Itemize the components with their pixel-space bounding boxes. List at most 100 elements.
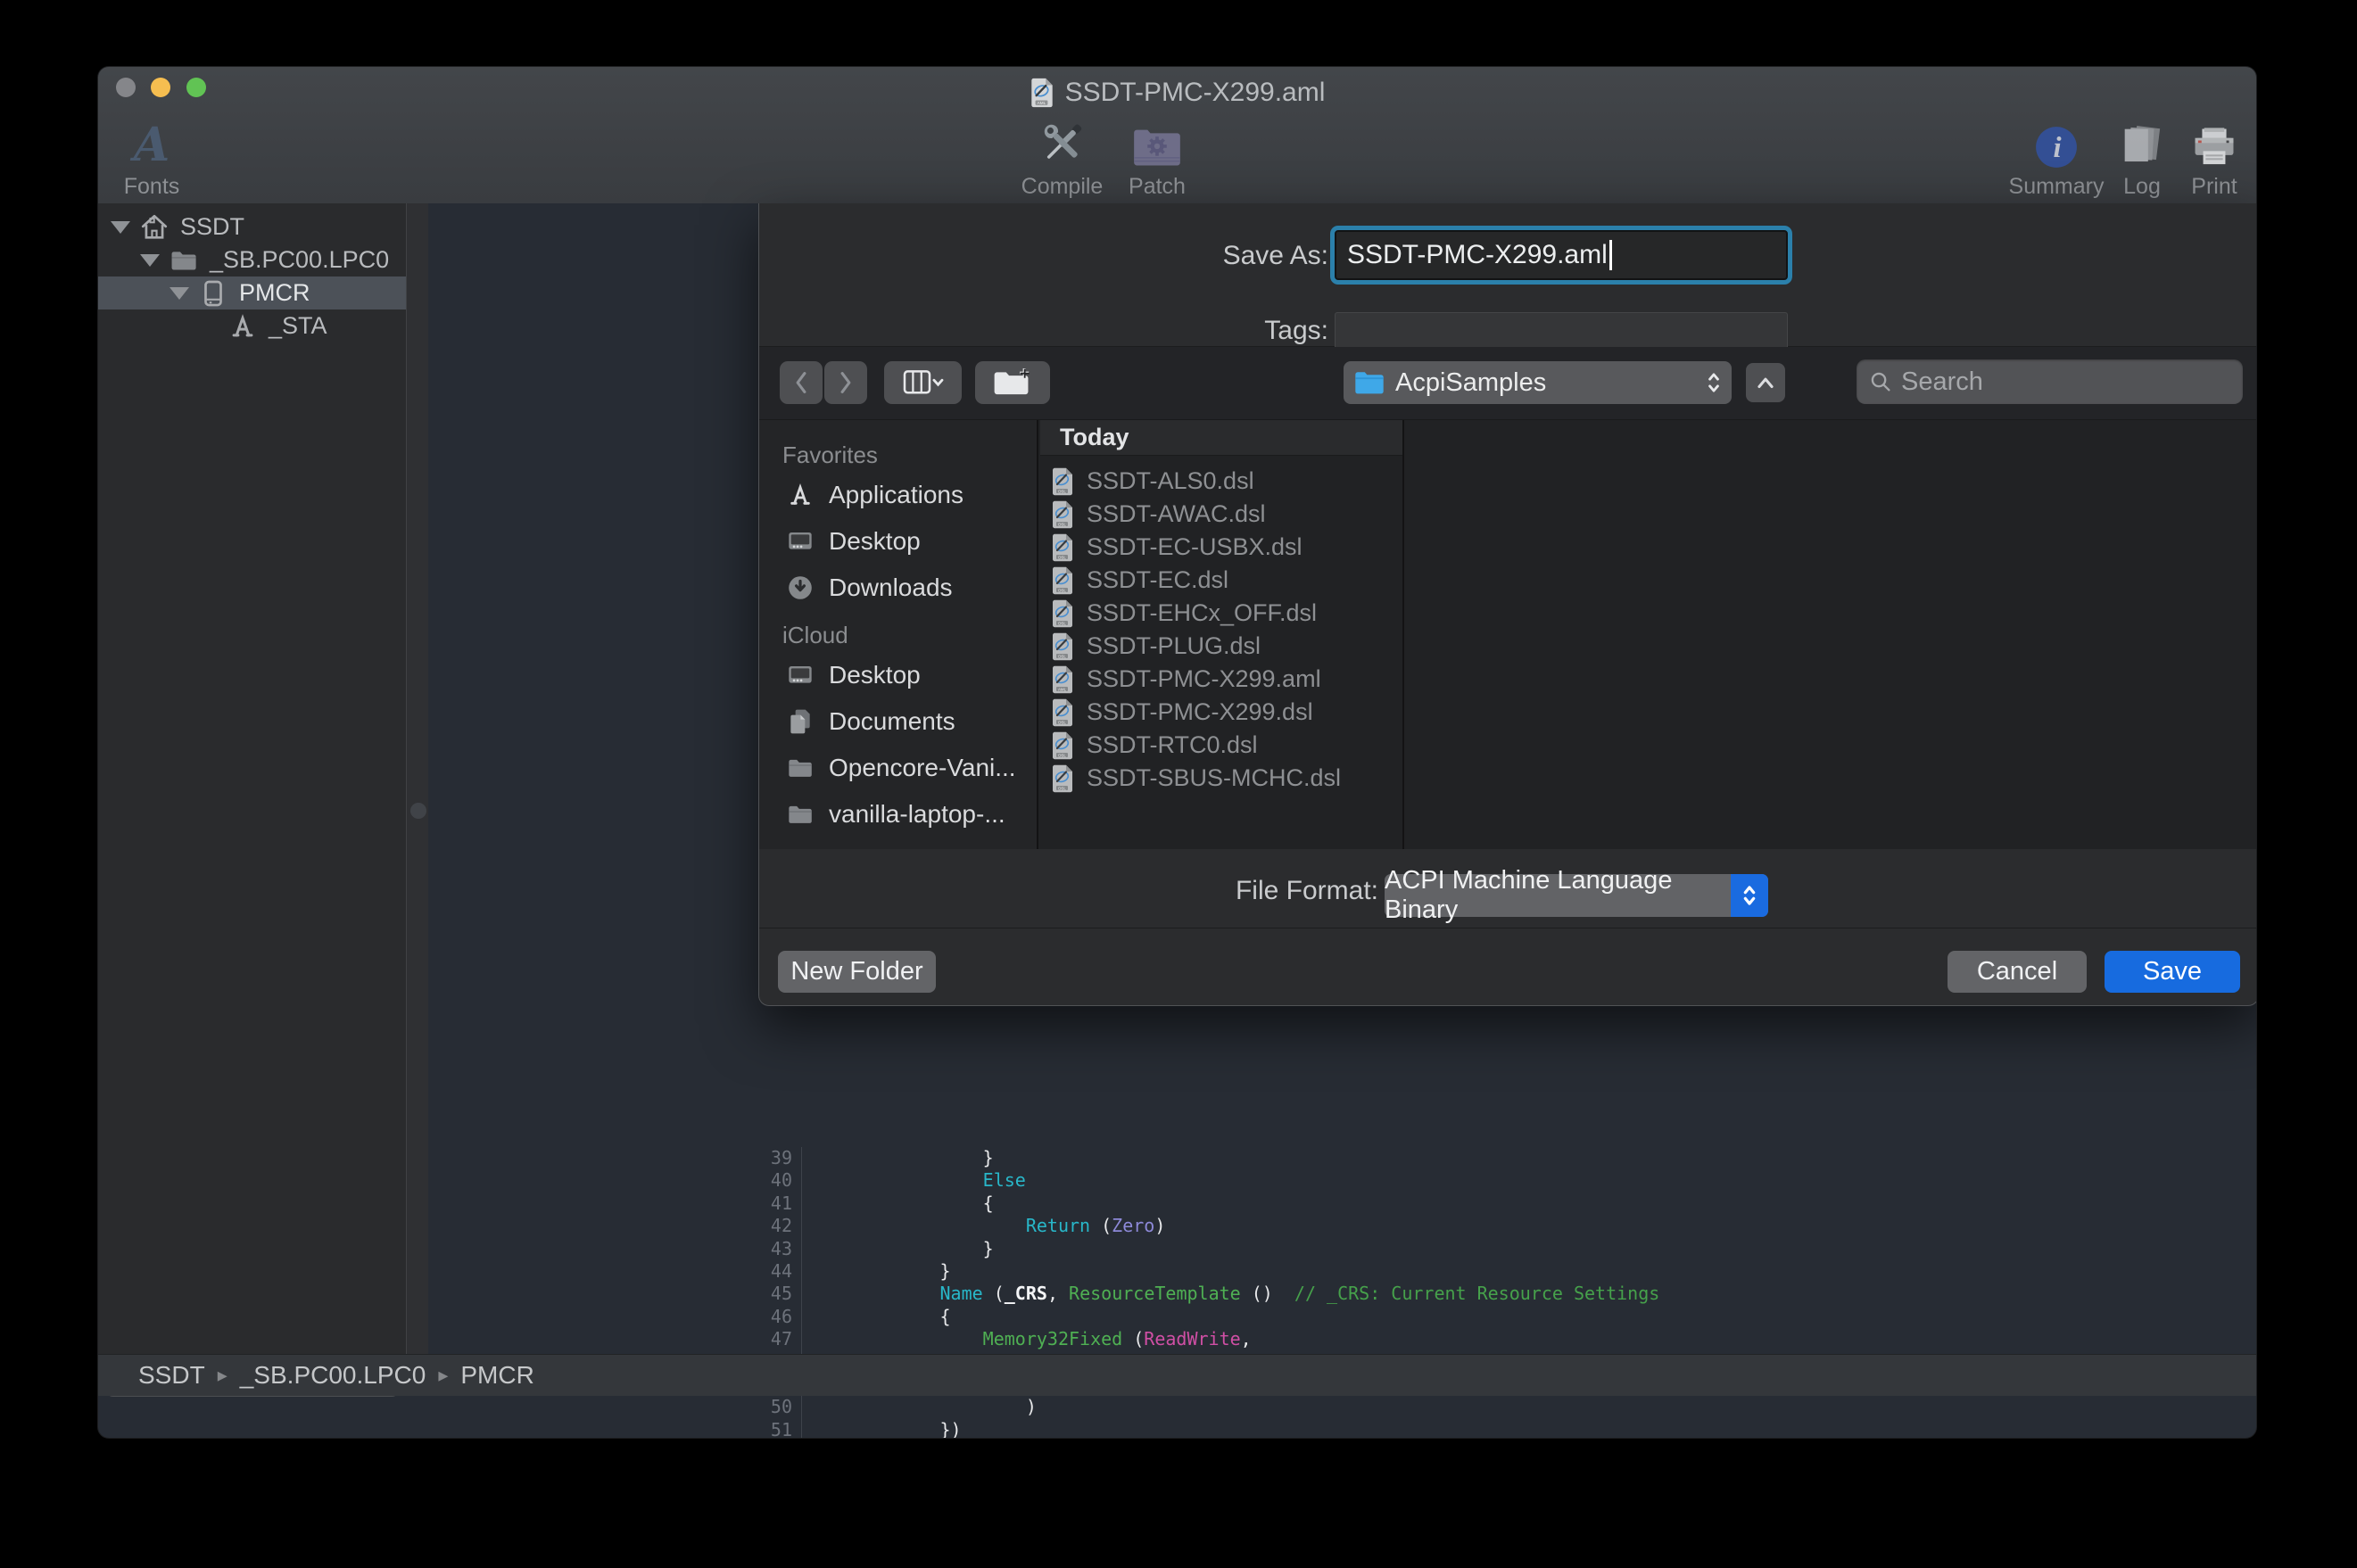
document-icon: DSL bbox=[1051, 698, 1074, 727]
document-icon: DSL bbox=[1051, 566, 1074, 595]
sidebar-item-label: Opencore-Vani... bbox=[829, 754, 1016, 782]
favorites-section-header: Favorites bbox=[782, 442, 1037, 472]
save-as-value: SSDT-PMC-X299.aml bbox=[1347, 240, 1608, 270]
tags-input[interactable] bbox=[1335, 312, 1788, 351]
tree-item-sta[interactable]: _STA bbox=[98, 309, 406, 342]
file-row-ssdt-plug-dsl[interactable]: DSLSSDT-PLUG.dsl bbox=[1040, 630, 1402, 663]
file-row-ssdt-ehcx-off-dsl[interactable]: DSLSSDT-EHCx_OFF.dsl bbox=[1040, 597, 1402, 630]
file-row-ssdt-pmc-x299-aml[interactable]: AMLSSDT-PMC-X299.aml bbox=[1040, 663, 1402, 696]
splitter-handle-icon bbox=[410, 803, 426, 819]
file-format-label: File Format: bbox=[1200, 876, 1378, 906]
file-row-ssdt-als0-dsl[interactable]: DSL SSDT-ALS0.dsl bbox=[1040, 465, 1402, 498]
sidebar-item-documents[interactable]: Documents bbox=[759, 698, 1037, 745]
search-input[interactable]: Search bbox=[1857, 359, 2243, 404]
columns-view-icon bbox=[902, 370, 945, 395]
sidebar-item-downloads[interactable]: Downloads bbox=[759, 565, 1037, 611]
save-button[interactable]: Save bbox=[2105, 951, 2240, 993]
sidebar-item-applications[interactable]: Applications bbox=[759, 472, 1037, 518]
toolbar-fonts-button[interactable]: A Fonts bbox=[109, 117, 194, 200]
file-format-popup[interactable]: ACPI Machine Language Binary bbox=[1385, 874, 1768, 917]
breadcrumb-separator-icon: ▸ bbox=[218, 1364, 227, 1387]
code-line: 42 Return (Zero) bbox=[758, 1215, 2256, 1237]
view-mode-button[interactable] bbox=[884, 361, 962, 404]
toolbar-compile-button[interactable]: Compile bbox=[1006, 117, 1118, 200]
document-icon: DSL bbox=[1051, 764, 1074, 793]
toolbar-log-button[interactable]: Log bbox=[2113, 117, 2171, 200]
file-row-ssdt-rtc0-dsl[interactable]: DSL SSDT-RTC0.dsl bbox=[1040, 729, 1402, 762]
sidebar-item-desktop[interactable]: Desktop bbox=[759, 652, 1037, 698]
save-as-label: Save As: bbox=[1150, 241, 1328, 271]
new-folder-toolbar-button[interactable] bbox=[975, 361, 1050, 404]
folder-icon bbox=[169, 245, 199, 276]
new-folder-button[interactable]: New Folder bbox=[778, 951, 936, 993]
file-name: SSDT-RTC0.dsl bbox=[1087, 731, 1258, 759]
house-icon bbox=[139, 212, 170, 243]
disclosure-triangle-icon[interactable] bbox=[140, 254, 160, 267]
cancel-button[interactable]: Cancel bbox=[1948, 951, 2087, 993]
document-icon: DSL bbox=[1051, 467, 1074, 496]
pane-splitter[interactable] bbox=[406, 203, 430, 1396]
file-format-section: File Format: ACPI Machine Language Binar… bbox=[759, 849, 2256, 928]
tree-item-pmcr[interactable]: PMCR bbox=[98, 276, 406, 309]
breadcrumb-ssdt[interactable]: SSDT bbox=[138, 1361, 205, 1390]
file-browser: Favorites Applications Desktop Downloads iCl… bbox=[759, 420, 2256, 849]
svg-text:DSL: DSL bbox=[1058, 588, 1066, 592]
chevron-right-icon bbox=[842, 374, 849, 392]
file-list: DSLSSDT-ALS0.dslDSLSSDT-AWAC.dslDSLSSDT-… bbox=[1040, 465, 1402, 795]
disclosure-triangle-icon[interactable] bbox=[111, 221, 130, 234]
editor-pane: 39 }40 Else41 {42 Return (Zero)43 }44 }4… bbox=[428, 203, 2256, 1396]
sidebar-item-label: Applications bbox=[829, 481, 963, 509]
svg-text:DSL: DSL bbox=[1058, 753, 1066, 757]
browser-toolbar: AcpiSamples Search bbox=[759, 347, 2256, 420]
code-line: 47 Memory32Fixed (ReadWrite, bbox=[758, 1328, 2256, 1350]
sidebar-item-desktop[interactable]: Desktop bbox=[759, 518, 1037, 565]
svg-text:DSL: DSL bbox=[1058, 654, 1066, 658]
document-icon: DSL bbox=[1051, 599, 1074, 628]
code-line: 41 { bbox=[758, 1193, 2256, 1215]
file-row-ssdt-ec-dsl[interactable]: DSLSSDT-EC.dsl bbox=[1040, 564, 1402, 597]
chevron-up-icon bbox=[1759, 379, 1772, 386]
svg-text:i: i bbox=[2054, 132, 2062, 164]
file-row-ssdt-ec-usbx-dsl[interactable]: DSLSSDT-EC-USBX.dsl bbox=[1040, 531, 1402, 564]
appstore-icon bbox=[786, 481, 815, 509]
toolbar-summary-button[interactable]: i Summary bbox=[2003, 117, 2110, 200]
sidebar-tree: SSDT_SB.PC00.LPC0PMCR_STA bbox=[98, 210, 406, 342]
document-icon: DSL bbox=[1051, 731, 1074, 760]
file-row-ssdt-awac-dsl[interactable]: DSL SSDT-AWAC.dsl bbox=[1040, 498, 1402, 531]
sidebar-item-vanilla-laptop[interactable]: vanilla-laptop-... bbox=[759, 791, 1037, 838]
desktop-icon bbox=[786, 661, 815, 689]
location-value: AcpiSamples bbox=[1395, 368, 1696, 398]
toolbar-print-button[interactable]: Print bbox=[2179, 117, 2250, 200]
file-name: SSDT-ALS0.dsl bbox=[1087, 467, 1254, 495]
toolbar-patch-button[interactable]: Patch bbox=[1121, 117, 1193, 200]
tree-item-ssdt[interactable]: SSDT bbox=[98, 210, 406, 243]
code-line: 51 }) bbox=[758, 1419, 2256, 1438]
file-row-ssdt-pmc-x299-dsl[interactable]: DSL SSDT-PMC-X299.dsl bbox=[1040, 696, 1402, 729]
breadcrumb-pmcr[interactable]: PMCR bbox=[460, 1361, 533, 1390]
disclosure-triangle-icon[interactable] bbox=[170, 287, 189, 300]
file-row-ssdt-sbus-mchc-dsl[interactable]: DSLSSDT-SBUS-MCHC.dsl bbox=[1040, 762, 1402, 795]
parent-folder-button[interactable] bbox=[1746, 363, 1785, 402]
location-popup[interactable]: AcpiSamples bbox=[1344, 361, 1732, 404]
tree-item-sb-pc00-lpc0[interactable]: _SB.PC00.LPC0 bbox=[98, 243, 406, 276]
tags-label: Tags: bbox=[1150, 316, 1328, 346]
forward-button[interactable] bbox=[824, 361, 867, 404]
file-name: SSDT-AWAC.dsl bbox=[1087, 500, 1266, 528]
search-placeholder: Search bbox=[1901, 367, 1983, 397]
svg-text:DSL: DSL bbox=[1058, 555, 1066, 559]
line-number: 42 bbox=[758, 1215, 802, 1237]
status-bar: SSDT▸_SB.PC00.LPC0▸PMCR bbox=[98, 1354, 2256, 1396]
popup-chevrons-icon bbox=[1707, 370, 1721, 395]
file-name: SSDT-PMC-X299.dsl bbox=[1087, 698, 1313, 726]
favorites-section-header: iCloud bbox=[782, 622, 1037, 652]
sidebar-item-opencore-vani[interactable]: Opencore-Vani... bbox=[759, 745, 1037, 791]
dialog-buttons-row: New Folder Cancel Save bbox=[759, 928, 2256, 1006]
save-as-input[interactable]: SSDT-PMC-X299.aml bbox=[1335, 230, 1788, 280]
sidebar-item-label: Desktop bbox=[829, 527, 921, 556]
document-icon: DSL bbox=[1051, 500, 1074, 529]
breadcrumb-sb-pc00-lpc0[interactable]: _SB.PC00.LPC0 bbox=[240, 1361, 426, 1390]
svg-text:DSL: DSL bbox=[1058, 786, 1066, 790]
popup-chevrons-icon bbox=[1731, 874, 1768, 917]
back-button[interactable] bbox=[780, 361, 823, 404]
code-line: 46 { bbox=[758, 1306, 2256, 1328]
